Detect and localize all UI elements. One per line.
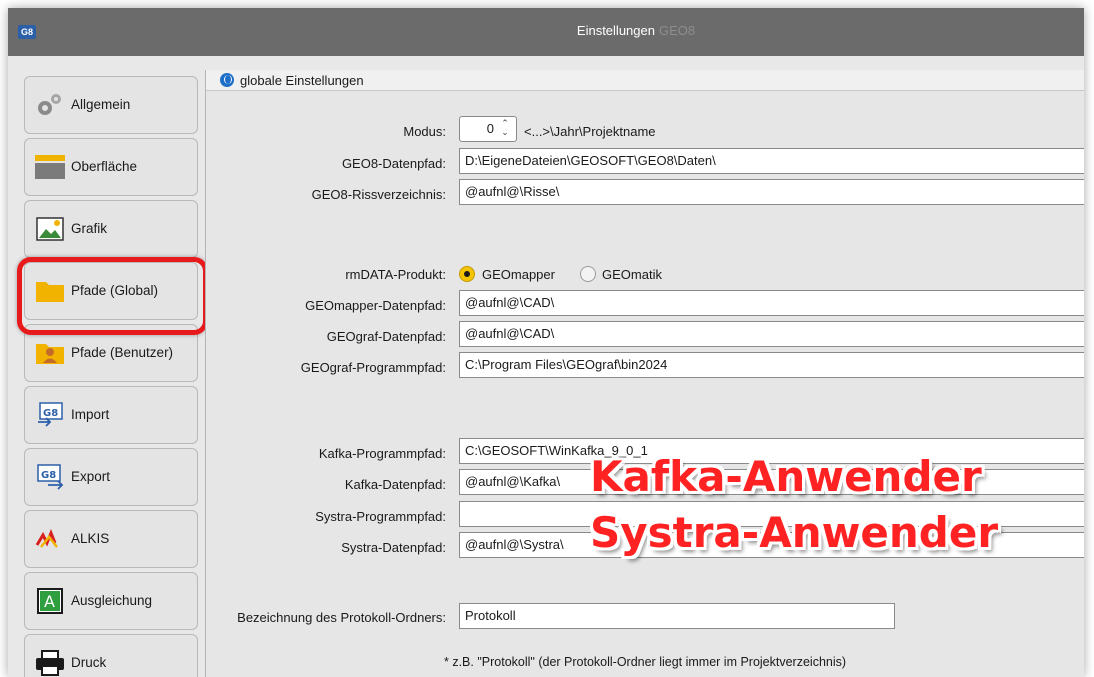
- systra-daten-label: Systra-Datenpfad:: [341, 540, 446, 555]
- window-title-suffix: GEO8: [658, 23, 696, 38]
- geo8-riss-label: GEO8-Rissverzeichnis:: [311, 187, 446, 202]
- sidebar-item-label: Grafik: [71, 221, 108, 236]
- overlay-systra-text: Systra-Anwender: [590, 508, 999, 557]
- overlay-kafka-text: Kafka-Anwender: [590, 452, 982, 501]
- sidebar-item-alkis[interactable]: ALKIS: [24, 510, 198, 568]
- a-box-icon: A: [35, 587, 65, 615]
- modus-value: 0: [486, 121, 494, 136]
- g8-import-icon: G8: [35, 401, 65, 429]
- systra-prog-label: Systra-Programmpfad:: [315, 509, 446, 524]
- svg-text:G8: G8: [41, 470, 56, 481]
- image-icon: [35, 215, 65, 243]
- kafka-prog-label: Kafka-Programmpfad:: [318, 446, 446, 461]
- title-bar: G8 Einstellungen GEO8: [8, 8, 1084, 56]
- radio-geomatik-label[interactable]: GEOmatik: [602, 267, 662, 282]
- alkis-icon: [35, 525, 65, 553]
- geo8-datenpfad-label: GEO8-Datenpfad:: [341, 156, 446, 171]
- gears-icon: [35, 91, 65, 119]
- geograf-daten-field[interactable]: @aufnl@\CAD\: [459, 321, 1084, 347]
- window-title-text: Einstellungen: [576, 23, 655, 38]
- geograf-daten-label: GEOgraf-Datenpfad:: [326, 329, 446, 344]
- geomapper-daten-field[interactable]: @aufnl@\CAD\: [459, 290, 1084, 316]
- sidebar-item-allgemein[interactable]: Allgemein: [24, 76, 198, 134]
- sidebar-item-label: ALKIS: [71, 531, 110, 546]
- sidebar-item-ausgleichung[interactable]: A Ausgleichung: [24, 572, 198, 630]
- sidebar-item-label: Druck: [71, 655, 107, 670]
- sidebar-item-label: Export: [71, 469, 111, 484]
- protokoll-footnote: * z.B. "Protokoll" (der Protokoll-Ordner…: [444, 655, 847, 669]
- radio-geomapper[interactable]: [459, 266, 475, 282]
- geo8-datenpfad-field[interactable]: D:\EigeneDateien\GEOSOFT\GEO8\Daten\: [459, 148, 1084, 174]
- modus-label: Modus:: [403, 124, 446, 139]
- svg-text:A: A: [44, 592, 55, 611]
- sidebar-item-label: Import: [71, 407, 110, 422]
- printer-icon: [35, 649, 65, 677]
- radio-geomatik[interactable]: [580, 266, 596, 282]
- geograf-prog-label: GEOgraf-Programmpfad:: [300, 360, 446, 375]
- radio-geomapper-label[interactable]: GEOmapper: [482, 267, 555, 282]
- panel-header: globale Einstellungen: [206, 70, 1084, 91]
- spinner-arrows-icon[interactable]: ⌃ ⌄: [498, 119, 512, 139]
- sidebar-item-druck[interactable]: Druck: [24, 634, 198, 677]
- sidebar-item-label: Pfade (Benutzer): [71, 345, 174, 360]
- protokoll-label: Bezeichnung des Protokoll-Ordners:: [237, 610, 446, 625]
- protokoll-field[interactable]: Protokoll: [459, 603, 895, 629]
- modus-spinbox[interactable]: 0 ⌃ ⌄: [459, 116, 517, 142]
- settings-panel: globale Einstellungen Modus: 0 ⌃ ⌄ <...>\…: [205, 70, 1084, 677]
- globe-icon: [220, 73, 234, 87]
- sidebar-item-import[interactable]: G8 Import: [24, 386, 198, 444]
- geomapper-daten-label: GEOmapper-Datenpfad:: [305, 298, 446, 313]
- svg-text:G8: G8: [43, 408, 58, 419]
- settings-window: G8 Einstellungen GEO8 Allgemein Oberfläch…: [8, 8, 1084, 677]
- user-folder-icon: [35, 339, 65, 367]
- rmdata-label: rmDATA-Produkt:: [345, 267, 446, 282]
- window-icon: [35, 153, 65, 181]
- sidebar-item-label: Oberfläche: [71, 159, 138, 174]
- sidebar-item-label: Allgemein: [71, 97, 131, 112]
- g8-export-icon: G8: [35, 463, 65, 491]
- kafka-daten-label: Kafka-Datenpfad:: [344, 477, 446, 492]
- geo8-riss-field[interactable]: @aufnl@\Risse\: [459, 179, 1084, 205]
- sidebar-item-oberflaeche[interactable]: Oberfläche: [24, 138, 198, 196]
- sidebar-item-export[interactable]: G8 Export: [24, 448, 198, 506]
- window-title: Einstellungen GEO8: [8, 23, 1084, 38]
- panel-header-title: globale Einstellungen: [240, 73, 364, 88]
- sidebar-item-label: Ausgleichung: [71, 593, 153, 608]
- highlight-annotation: [17, 257, 208, 335]
- geograf-prog-field[interactable]: C:\Program Files\GEOgraf\bin2024: [459, 352, 1084, 378]
- modus-hint: <...>\Jahr\Projektname: [524, 124, 656, 139]
- sidebar-item-grafik[interactable]: Grafik: [24, 200, 198, 258]
